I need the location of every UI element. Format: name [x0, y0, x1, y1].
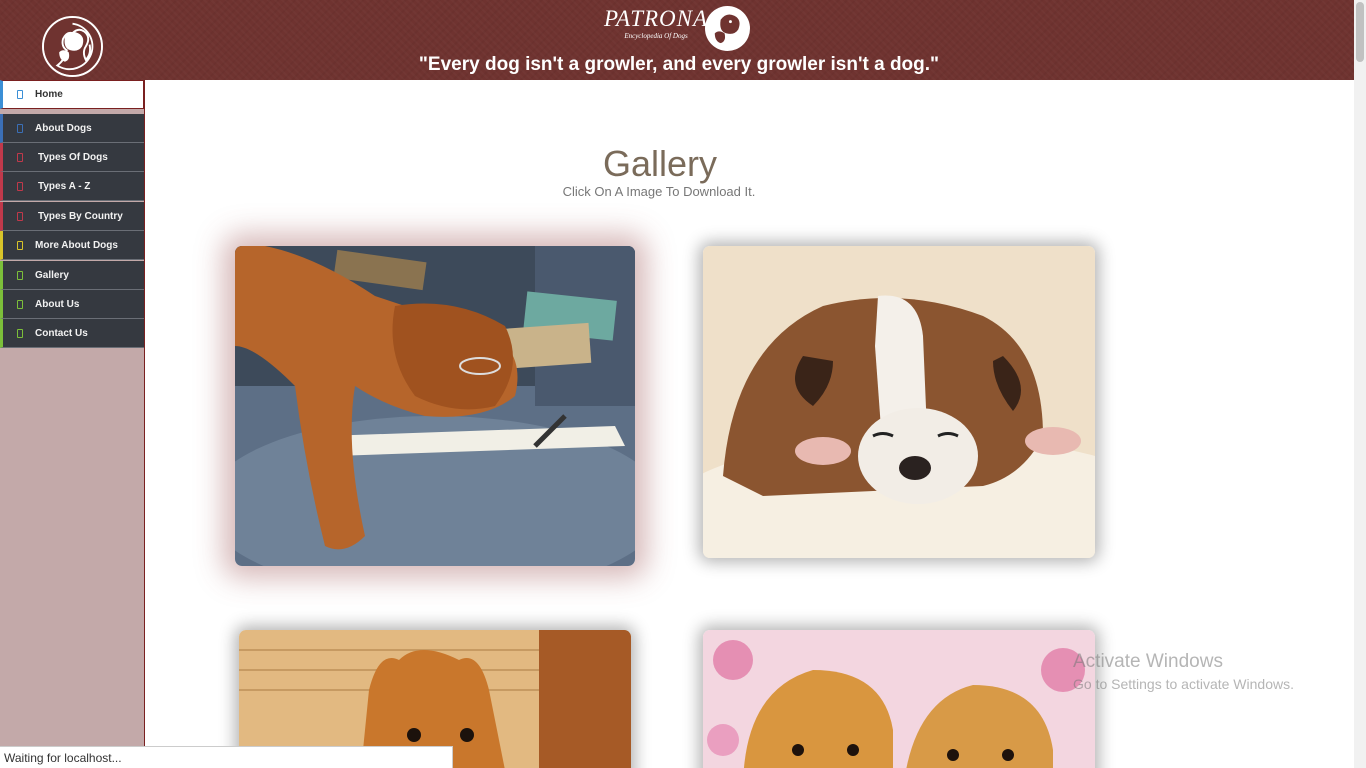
sidebar-item-types-by-country[interactable]: Types By Country — [0, 202, 144, 231]
brand-title: PATRONA — [603, 6, 709, 31]
sidebar-item-label: Gallery — [35, 269, 69, 281]
gallery-image-golden-puppies[interactable] — [703, 630, 1095, 768]
brand-subtitle: Encyclopedia Of Dogs — [624, 32, 688, 40]
dog-emblem-icon — [705, 6, 750, 51]
scrollbar-thumb[interactable] — [1356, 2, 1364, 62]
phone-icon — [17, 328, 23, 338]
sidebar-item-types-of-dogs[interactable]: Types Of Dogs — [0, 143, 144, 172]
sidebar-item-label: Types Of Dogs — [38, 151, 108, 163]
home-icon — [17, 90, 23, 99]
sidebar: Home About Dogs Types Of Dogs Types A - … — [0, 80, 145, 768]
gallery-image-sleeping-puppy[interactable] — [703, 246, 1095, 558]
site-header: PATRONA Encyclopedia Of Dogs "Every dog … — [0, 0, 1354, 80]
sidebar-item-types-a-z[interactable]: Types A - Z — [0, 172, 144, 201]
sort-icon — [17, 181, 23, 191]
sidebar-item-more-about-dogs[interactable]: More About Dogs — [0, 231, 144, 260]
dog-logo-icon[interactable] — [42, 16, 103, 77]
sidebar-item-gallery[interactable]: Gallery — [0, 261, 144, 290]
sidebar-item-contact-us[interactable]: Contact Us — [0, 319, 144, 348]
header-quote: "Every dog isn't a growler, and every gr… — [418, 54, 940, 75]
browser-status-bar: Waiting for localhost... — [0, 746, 453, 768]
sidebar-item-label: About Us — [35, 298, 80, 310]
image-icon — [17, 270, 23, 280]
users-icon — [17, 299, 23, 309]
sidebar-item-home[interactable]: Home — [0, 80, 144, 109]
page-title: Gallery — [602, 143, 718, 184]
windows-activation-watermark: Activate Windows Go to Settings to activ… — [1073, 651, 1294, 692]
globe-icon — [17, 211, 23, 221]
book-icon — [17, 240, 23, 250]
gallery-image-sleeping-dog-books[interactable] — [235, 246, 635, 566]
page-scrollbar[interactable] — [1354, 0, 1366, 768]
sidebar-item-label: About Dogs — [35, 122, 92, 134]
sidebar-item-label: Types A - Z — [38, 180, 91, 192]
info-icon — [17, 123, 23, 133]
brand-logo[interactable]: PATRONA Encyclopedia Of Dogs — [603, 4, 753, 54]
sidebar-item-label: Home — [35, 89, 63, 100]
sidebar-item-about-dogs[interactable]: About Dogs — [0, 114, 144, 143]
watermark-title: Activate Windows — [1073, 651, 1223, 672]
sidebar-item-label: More About Dogs — [35, 239, 118, 251]
sidebar-item-label: Contact Us — [35, 327, 88, 339]
sidebar-item-label: Types By Country — [38, 210, 123, 222]
sidebar-item-about-us[interactable]: About Us — [0, 290, 144, 319]
watermark-subtitle: Go to Settings to activate Windows. — [1073, 676, 1294, 692]
page-subtitle: Click On A Image To Download It. — [562, 184, 756, 199]
list-icon — [17, 152, 23, 162]
